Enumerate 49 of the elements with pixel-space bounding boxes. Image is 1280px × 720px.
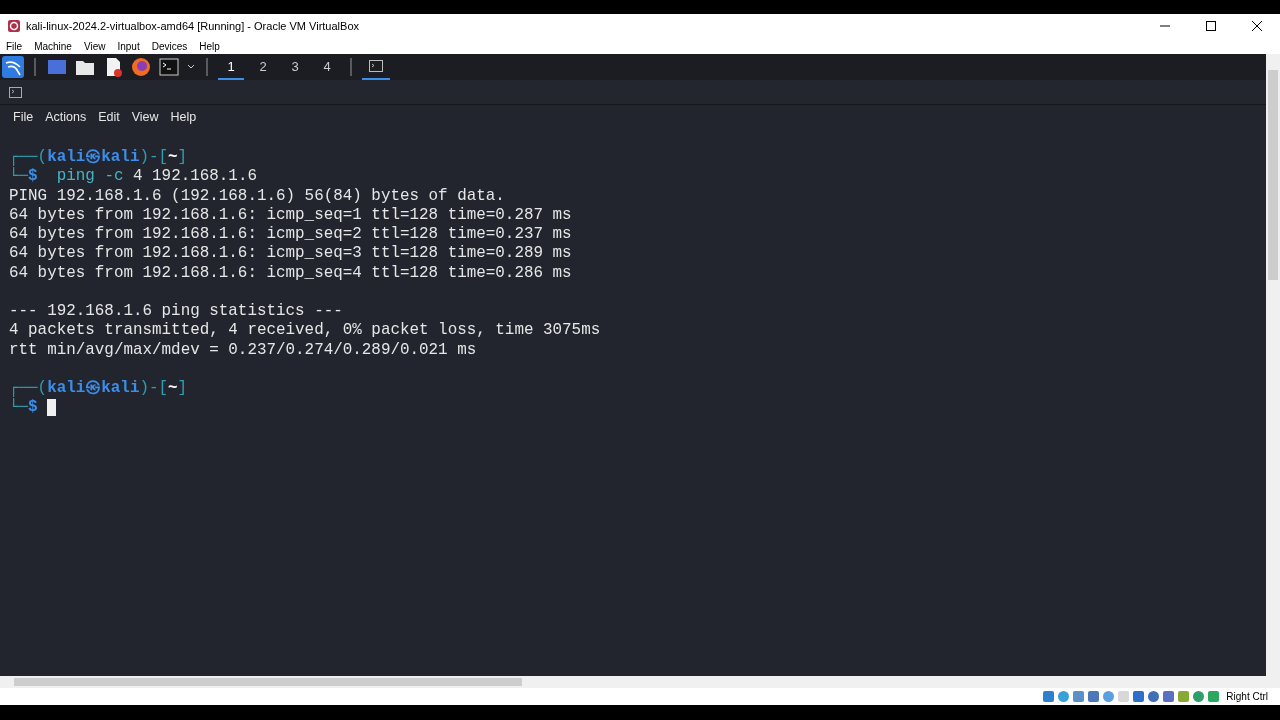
terminal-icon[interactable] (158, 56, 180, 78)
app-icon (8, 20, 20, 32)
terminal-text: )-[ (139, 379, 169, 399)
menu-item[interactable]: Actions (39, 109, 93, 124)
terminal-text: ] (177, 148, 188, 168)
terminal-text: └─ (9, 167, 29, 187)
terminal-text: 64 bytes from 192.168.1.6: icmp_seq=4 ttl=128 time=0.286 ms (9, 263, 572, 283)
terminal-icon (369, 60, 383, 72)
terminal-text: --- 192.168.1.6 ping statistics --- (9, 302, 343, 322)
terminal-text: └─ (9, 398, 29, 418)
terminal-text: 64 bytes from 192.168.1.6: icmp_seq=1 ttl=128 time=0.287 ms (9, 205, 572, 225)
terminal-text: ] (177, 379, 188, 399)
terminal-text: rtt min/avg/max/mdev = 0.237/0.274/0.289/0.021 ms (9, 340, 477, 360)
terminal-text: kali㉿kali (47, 379, 140, 399)
menu-item[interactable]: Help (164, 109, 203, 124)
menu-item[interactable]: Devices (145, 40, 194, 52)
terminal-text: $ (28, 398, 38, 418)
workspace-button[interactable]: 2 (250, 54, 276, 80)
window-title: kali-linux-2024.2-virtualbox-amd64 [Running] - Oracle VM VirtualBox (26, 20, 360, 32)
menu-item[interactable]: Help (193, 40, 226, 52)
menu-item[interactable]: Machine (28, 40, 78, 52)
maximize-icon (1206, 21, 1216, 31)
terminal-window-icon (9, 86, 22, 98)
terminal-text: 4 packets transmitted, 4 received, 0% packet loss, time 3075ms (9, 321, 601, 341)
terminal-text: kali㉿kali (47, 148, 140, 168)
menu-item[interactable]: Input (111, 40, 146, 52)
menu-item[interactable]: View (125, 109, 165, 124)
terminal-text: ~ (168, 148, 178, 168)
browser-icon[interactable] (130, 56, 152, 78)
terminal-text: ┌──( (9, 379, 48, 398)
terminal-text: PING 192.168.1.6 (192.168.1.6) 56(84) bytes of data. (9, 186, 505, 206)
terminal-text: 64 bytes from 192.168.1.6: icmp_seq=2 ttl=128 time=0.237 ms (9, 225, 572, 245)
menu-item[interactable]: File (7, 109, 40, 124)
terminal-text: )-[ (139, 148, 169, 168)
terminal-text: ┌──( (9, 148, 48, 167)
menu-item[interactable]: Edit (92, 109, 126, 124)
menu-item[interactable]: File (0, 40, 29, 52)
terminal-text: ping -c (55, 167, 124, 187)
text-cursor (47, 399, 57, 417)
dragon-logo-icon[interactable] (2, 56, 24, 78)
close-icon (1252, 21, 1262, 31)
terminal-text: 4 192.168.1.6 (132, 167, 257, 187)
terminal-text: $ (28, 167, 38, 187)
menu-item[interactable]: View (77, 40, 112, 52)
workspace-button[interactable]: 4 (314, 54, 340, 80)
terminal-text: ~ (168, 379, 178, 399)
host-key-label: Right Ctrl (1226, 691, 1268, 702)
workspace-button[interactable]: 3 (282, 54, 308, 80)
terminal-text: 64 bytes from 192.168.1.6: icmp_seq=3 ttl=128 time=0.289 ms (9, 244, 572, 264)
